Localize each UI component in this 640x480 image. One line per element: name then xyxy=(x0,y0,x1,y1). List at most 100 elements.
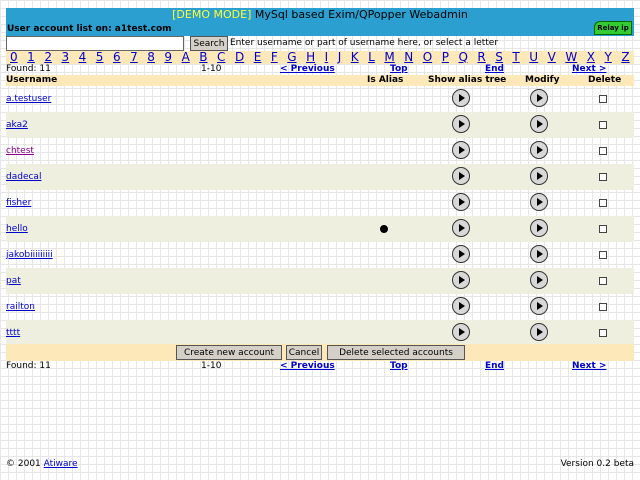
letter-link[interactable]: E xyxy=(254,51,262,64)
top-link[interactable]: Top xyxy=(390,64,408,75)
delete-checkbox[interactable] xyxy=(599,225,607,233)
letter-link[interactable]: F xyxy=(271,51,278,64)
username-link[interactable]: a.testuser xyxy=(6,94,51,104)
letter-link[interactable]: 0 xyxy=(10,51,18,64)
letter-link[interactable]: 4 xyxy=(79,51,87,64)
delete-checkbox[interactable] xyxy=(599,277,607,285)
delete-selected-button[interactable]: Delete selected accounts xyxy=(327,345,465,360)
delete-checkbox[interactable] xyxy=(599,303,607,311)
show-alias-tree-button[interactable] xyxy=(452,323,470,341)
letter-link[interactable]: J xyxy=(338,51,342,64)
cancel-button[interactable]: Cancel xyxy=(286,345,322,360)
letter-link[interactable]: I xyxy=(325,51,329,64)
letter-link[interactable]: G xyxy=(287,51,296,64)
create-account-button[interactable]: Create new account xyxy=(176,345,282,360)
letter-link[interactable]: M xyxy=(384,51,394,64)
app-title: [DEMO MODE] MySql based Exim/QPopper Web… xyxy=(6,8,634,22)
show-alias-tree-button[interactable] xyxy=(452,167,470,185)
modify-button[interactable] xyxy=(530,323,548,341)
modify-button[interactable] xyxy=(530,193,548,211)
username-link[interactable]: dadecal xyxy=(6,172,41,182)
modify-button[interactable] xyxy=(530,141,548,159)
table-row: aka2 xyxy=(6,112,634,138)
header-bar: [DEMO MODE] MySql based Exim/QPopper Web… xyxy=(6,8,634,36)
username-link[interactable]: railton xyxy=(6,302,35,312)
modify-button[interactable] xyxy=(530,245,548,263)
letter-link[interactable]: 3 xyxy=(61,51,69,64)
app-title-text: MySql based Exim/QPopper Webadmin xyxy=(254,8,468,21)
letter-link[interactable]: 8 xyxy=(147,51,155,64)
modify-button[interactable] xyxy=(530,219,548,237)
letter-link[interactable]: 1 xyxy=(27,51,35,64)
next-link[interactable]: Next > xyxy=(572,64,606,75)
delete-checkbox[interactable] xyxy=(599,199,607,207)
search-button[interactable]: Search xyxy=(190,36,228,51)
letter-link[interactable]: 6 xyxy=(113,51,121,64)
username-link[interactable]: hello xyxy=(6,224,28,234)
search-hint: Enter username or part of username here,… xyxy=(230,38,499,48)
table-row: chtest xyxy=(6,138,634,164)
show-alias-tree-button[interactable] xyxy=(452,115,470,133)
modify-button[interactable] xyxy=(530,115,548,133)
page-range: 1-10 xyxy=(201,361,222,371)
letter-link[interactable]: B xyxy=(199,51,207,64)
delete-checkbox[interactable] xyxy=(599,147,607,155)
company-link[interactable]: Atiware xyxy=(44,459,78,469)
end-link[interactable]: End xyxy=(485,64,504,75)
modify-button[interactable] xyxy=(530,89,548,107)
letter-link[interactable]: 5 xyxy=(96,51,104,64)
username-link[interactable]: chtest xyxy=(6,146,34,156)
delete-checkbox[interactable] xyxy=(599,173,607,181)
letter-link[interactable]: P xyxy=(442,51,449,64)
modify-button[interactable] xyxy=(530,167,548,185)
modify-button[interactable] xyxy=(530,271,548,289)
show-alias-tree-button[interactable] xyxy=(452,245,470,263)
next-link[interactable]: Next > xyxy=(572,361,606,372)
show-alias-tree-button[interactable] xyxy=(452,193,470,211)
letter-link[interactable]: N xyxy=(404,51,413,64)
modify-button[interactable] xyxy=(530,297,548,315)
letter-link[interactable]: O xyxy=(423,51,432,64)
username-link[interactable]: jakobiiiiiiiii xyxy=(6,250,53,260)
letter-link[interactable]: 7 xyxy=(130,51,138,64)
letter-link[interactable]: L xyxy=(368,51,375,64)
show-alias-tree-button[interactable] xyxy=(452,89,470,107)
letter-link[interactable]: H xyxy=(306,51,315,64)
letter-link[interactable]: Y xyxy=(604,51,611,64)
username-link[interactable]: aka2 xyxy=(6,120,28,130)
letter-link[interactable]: D xyxy=(235,51,244,64)
delete-checkbox[interactable] xyxy=(599,95,607,103)
show-alias-tree-button[interactable] xyxy=(452,297,470,315)
letter-link[interactable]: K xyxy=(351,51,359,64)
letter-link[interactable]: V xyxy=(548,51,556,64)
letter-link[interactable]: T xyxy=(512,51,519,64)
letter-link[interactable]: Q xyxy=(458,51,467,64)
username-link[interactable]: fisher xyxy=(6,198,31,208)
letter-link[interactable]: W xyxy=(565,51,577,64)
letter-link[interactable]: X xyxy=(587,51,595,64)
search-input[interactable] xyxy=(6,36,184,51)
letter-link[interactable]: 2 xyxy=(44,51,52,64)
previous-link[interactable]: < Previous xyxy=(280,361,335,372)
show-alias-tree-button[interactable] xyxy=(452,141,470,159)
letter-link[interactable]: C xyxy=(217,51,225,64)
show-alias-tree-button[interactable] xyxy=(452,219,470,237)
delete-checkbox[interactable] xyxy=(599,121,607,129)
show-alias-tree-button[interactable] xyxy=(452,271,470,289)
delete-checkbox[interactable] xyxy=(599,329,607,337)
relay-ip-button[interactable]: Relay ip xyxy=(594,21,632,35)
letter-link[interactable]: 9 xyxy=(164,51,172,64)
letter-link[interactable]: S xyxy=(495,51,503,64)
username-link[interactable]: tttt xyxy=(6,328,20,338)
letter-link[interactable]: R xyxy=(477,51,485,64)
previous-link[interactable]: < Previous xyxy=(280,64,335,75)
top-link[interactable]: Top xyxy=(390,361,408,372)
letter-link[interactable]: Z xyxy=(621,51,629,64)
username-link[interactable]: pat xyxy=(6,276,21,286)
copyright-text: © 2001 xyxy=(6,459,41,469)
col-is-alias: Is Alias xyxy=(367,75,404,85)
letter-link[interactable]: U xyxy=(529,51,538,64)
delete-checkbox[interactable] xyxy=(599,251,607,259)
end-link[interactable]: End xyxy=(485,361,504,372)
letter-link[interactable]: A xyxy=(182,51,190,64)
